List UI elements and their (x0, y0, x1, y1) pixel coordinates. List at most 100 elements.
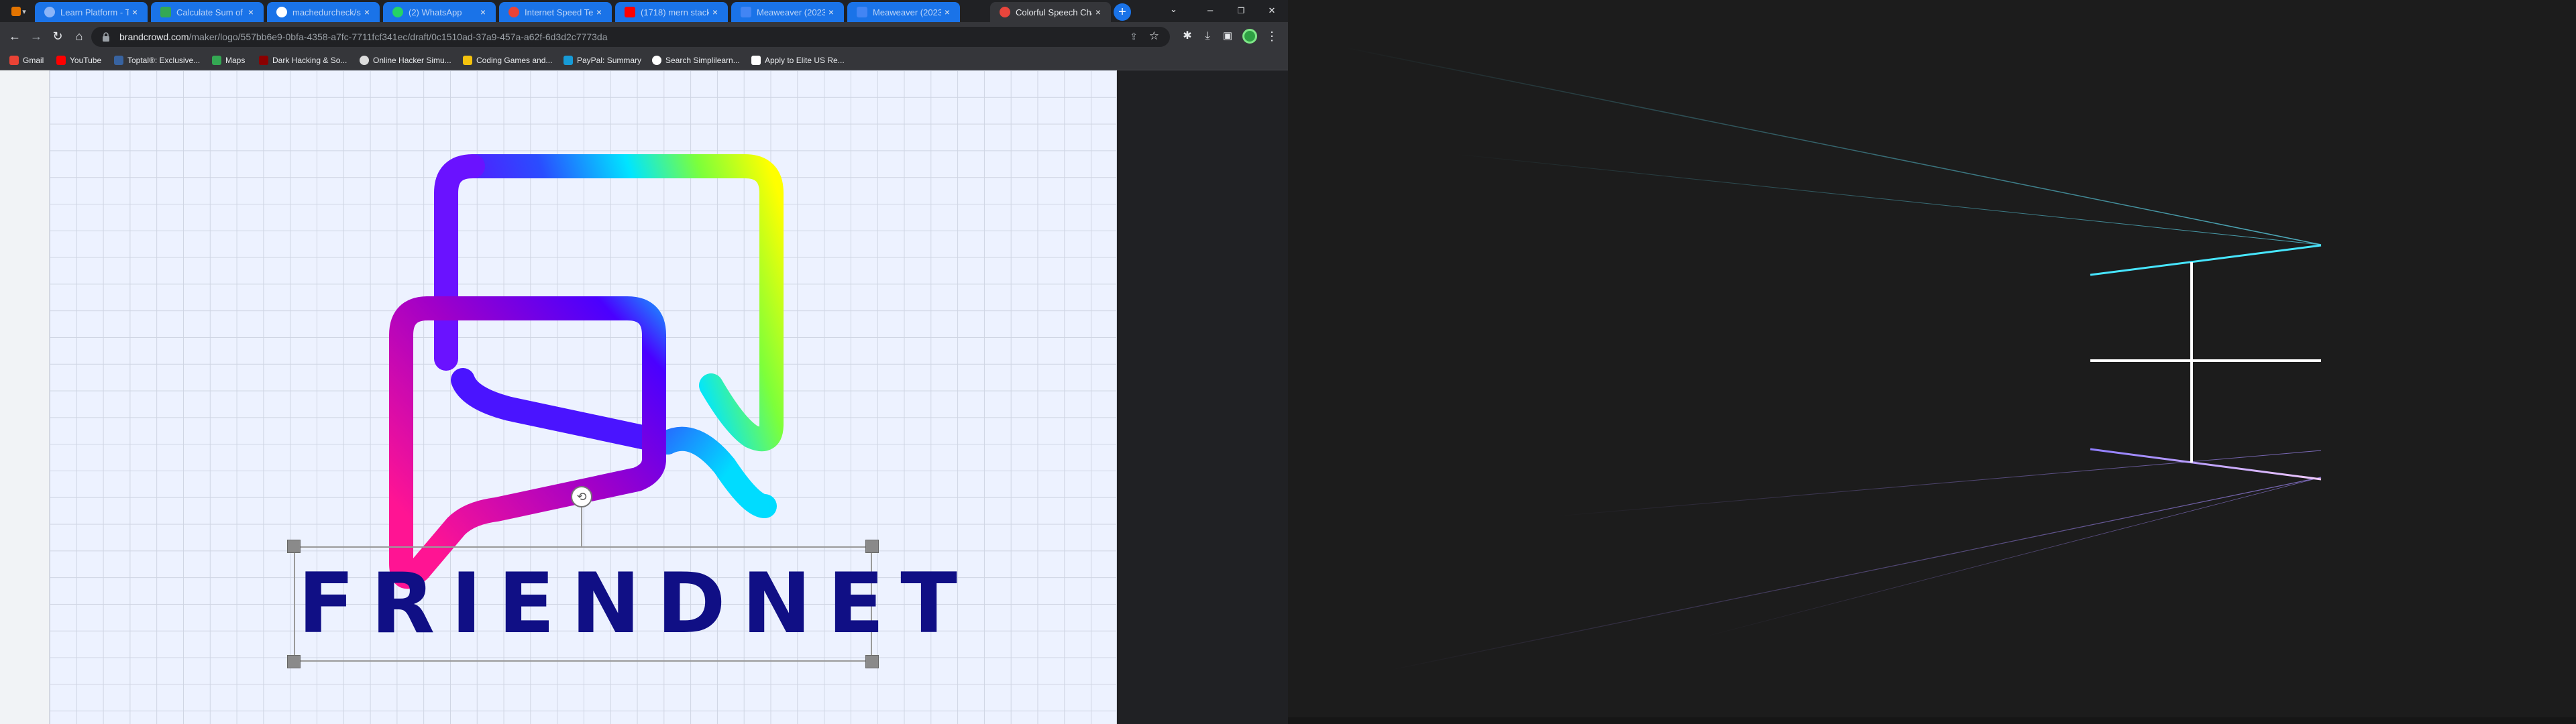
close-icon[interactable]: × (825, 7, 837, 17)
dark-hacking-icon (259, 56, 268, 65)
bookmark-label: Coding Games and... (476, 56, 553, 65)
page-margin (1117, 70, 1288, 724)
bookmark-label: Maps (225, 56, 246, 65)
side-panel-icon[interactable]: ▣ (1220, 28, 1236, 44)
tab-label: (2) WhatsApp (409, 7, 462, 17)
tab-1[interactable]: Calculate Sum of M × (151, 2, 264, 22)
light-beam (1341, 46, 2322, 245)
bookmark-label: Toptal®: Exclusive... (127, 56, 201, 65)
tab-groups-button[interactable]: ▾ (5, 3, 32, 19)
light-beam (1388, 477, 2322, 671)
chevron-down-icon: ▾ (22, 7, 26, 16)
close-icon[interactable]: × (361, 7, 373, 17)
maximize-button[interactable]: ❐ (1226, 2, 1256, 19)
close-window-button[interactable]: ✕ (1256, 2, 1287, 19)
sheets-icon (160, 7, 171, 17)
whatsapp-icon (392, 7, 403, 17)
bookmark-label: PayPal: Summary (577, 56, 642, 65)
close-icon[interactable]: × (1092, 7, 1104, 17)
bookmark-maps[interactable]: Maps (212, 54, 245, 66)
close-icon[interactable]: × (245, 7, 257, 17)
paypal-icon (564, 56, 573, 65)
star-icon[interactable]: ☆ (1149, 29, 1159, 43)
bookmark-toptal[interactable]: Toptal®: Exclusive... (114, 54, 200, 66)
tab-label: Calculate Sum of M (176, 7, 245, 17)
bookmark-gmail[interactable]: Gmail (9, 54, 44, 66)
windows-logo (2089, 244, 2322, 481)
app-icon (11, 7, 21, 16)
tab-label: Colorful Speech Cha (1016, 7, 1092, 17)
brandcrowd-icon (1000, 7, 1010, 17)
light-beam (1556, 450, 2322, 517)
bookmark-label: YouTube (70, 56, 102, 65)
bookmark-coding-games[interactable]: Coding Games and... (463, 54, 552, 66)
url-path: /maker/logo/557bb6e9-0bfa-4358-a7fc-7711… (189, 32, 608, 42)
bookmark-paypal[interactable]: PayPal: Summary (564, 54, 641, 66)
back-button[interactable]: ← (7, 28, 23, 44)
gmail-icon (9, 56, 19, 65)
youtube-icon (56, 56, 66, 65)
close-icon[interactable]: × (129, 7, 141, 17)
browser-toolbar: ← → ↻ ⌂ brandcrowd.com/maker/logo/557bb6… (0, 22, 1288, 50)
bookmark-label: Search Simplilearn... (665, 56, 740, 65)
rotate-icon[interactable]: ⟲ (571, 486, 592, 507)
tab-label: machedurcheck/sno (292, 7, 361, 17)
close-icon[interactable]: × (941, 7, 953, 17)
bookmarks-bar: Gmail YouTube Toptal®: Exclusive... Maps… (0, 50, 1288, 70)
tab-label: (1718) mern stack su (641, 7, 709, 17)
bookmark-hacker-simulator[interactable]: Online Hacker Simu... (360, 54, 451, 66)
elite-us-icon (751, 56, 761, 65)
close-icon[interactable]: × (593, 7, 605, 17)
bookmark-elite-us[interactable]: Apply to Elite US Re... (751, 54, 845, 66)
share-icon[interactable]: ⇪ (1130, 31, 1138, 42)
tab-strip: ▾ Learn Platform - Thi × Calculate Sum o… (0, 0, 1288, 22)
tab-label: Meaweaver (2023) D (873, 7, 941, 17)
tab-search-button[interactable]: ⌄ (1170, 4, 1177, 15)
tab-6[interactable]: Meaweaver (2023) D × (731, 2, 844, 22)
tab-3[interactable]: (2) WhatsApp × (383, 2, 496, 22)
github-icon (276, 7, 287, 17)
minimize-button[interactable]: – (1195, 2, 1226, 19)
desktop-wallpaper (1288, 0, 2576, 724)
forward-button[interactable]: → (28, 28, 44, 44)
bookmark-simplilearn[interactable]: Search Simplilearn... (652, 54, 740, 66)
back-bubble-side (434, 154, 485, 371)
tab-7[interactable]: Meaweaver (2023) D × (847, 2, 960, 22)
docs-icon (741, 7, 751, 17)
tab-label: Learn Platform - Thi (60, 7, 129, 17)
rotate-handle-stem (581, 507, 582, 546)
bookmark-youtube[interactable]: YouTube (56, 54, 101, 66)
close-icon[interactable]: × (709, 7, 721, 17)
tab-label: Internet Speed Test | (525, 7, 593, 17)
bookmark-label: Dark Hacking & So... (272, 56, 347, 65)
address-bar[interactable]: brandcrowd.com/maker/logo/557bb6e9-0bfa-… (91, 27, 1170, 47)
url-text[interactable]: brandcrowd.com/maker/logo/557bb6e9-0bfa-… (119, 32, 607, 42)
docs-icon (857, 7, 867, 17)
browser-window: ▾ Learn Platform - Thi × Calculate Sum o… (0, 0, 1288, 724)
speedtest-icon (508, 7, 519, 17)
tab-4[interactable]: Internet Speed Test | × (499, 2, 612, 22)
tab-0[interactable]: Learn Platform - Thi × (35, 2, 148, 22)
tab-2[interactable]: machedurcheck/sno × (267, 2, 380, 22)
coding-games-icon (463, 56, 472, 65)
brand-name-text[interactable]: FRIENDNET (298, 550, 957, 658)
tab-active[interactable]: Colorful Speech Cha × (990, 2, 1111, 22)
tab-5[interactable]: (1718) mern stack su × (615, 2, 728, 22)
bookmark-label: Online Hacker Simu... (373, 56, 451, 65)
more-menu-icon[interactable]: ⋮ (1264, 28, 1280, 44)
editor-canvas-area[interactable]: ⟲ FRIENDNET (0, 70, 1117, 724)
close-icon[interactable]: × (477, 7, 489, 17)
lock-icon[interactable] (101, 32, 111, 42)
new-tab-button[interactable]: + (1114, 3, 1131, 21)
url-host: brandcrowd.com (119, 32, 189, 42)
download-icon[interactable]: ⤓ (1199, 28, 1216, 44)
extensions-icon[interactable]: ✱ (1179, 28, 1195, 44)
maps-icon (212, 56, 221, 65)
bubble-connector (451, 368, 680, 455)
reload-button[interactable]: ↻ (50, 28, 66, 44)
bookmark-dark-hacking[interactable]: Dark Hacking & So... (259, 54, 347, 66)
profile-avatar[interactable] (1242, 29, 1257, 44)
simplilearn-icon (652, 56, 661, 65)
home-button[interactable]: ⌂ (71, 28, 87, 44)
toptal-icon (114, 56, 123, 65)
